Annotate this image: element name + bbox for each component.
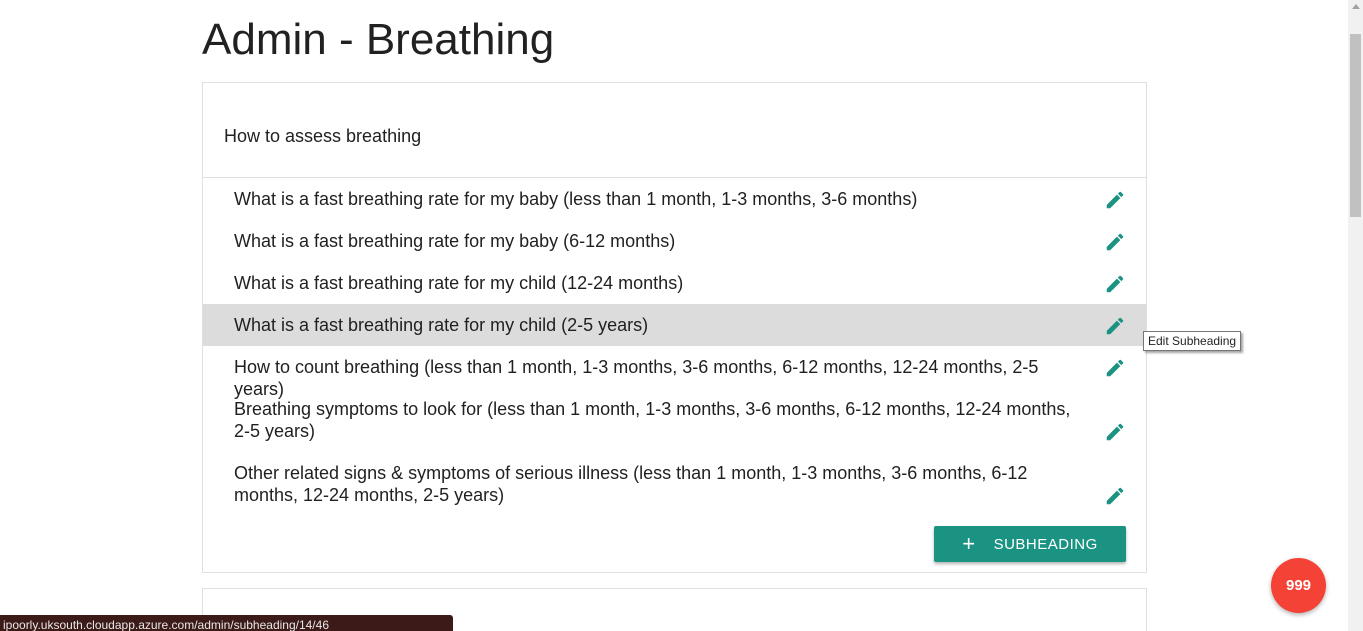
page-title: Admin - Breathing — [202, 15, 555, 64]
edit-pencil-icon[interactable] — [1104, 231, 1126, 253]
scrollbar-thumb[interactable] — [1350, 34, 1361, 217]
page: Admin - Breathing How to assess breathin… — [0, 0, 1363, 631]
subheading-row[interactable]: Breathing symptoms to look for (less tha… — [203, 388, 1146, 452]
subheading-row[interactable]: What is a fast breathing rate for my bab… — [203, 220, 1146, 262]
section-header: How to assess breathing — [203, 83, 1146, 178]
edit-pencil-icon[interactable] — [1104, 315, 1126, 337]
subheading-row[interactable]: What is a fast breathing rate for my chi… — [203, 262, 1146, 304]
subheading-row[interactable]: What is a fast breathing rate for my bab… — [203, 178, 1146, 220]
section-heading: How to assess breathing — [224, 126, 422, 146]
emergency-999-button[interactable]: 999 — [1271, 558, 1326, 613]
browser-status-url: ipoorly.uksouth.cloudapp.azure.com/admin… — [0, 615, 453, 631]
subheading-list: What is a fast breathing rate for my bab… — [203, 178, 1146, 516]
subheading-label: Other related signs & symptoms of seriou… — [234, 463, 1028, 505]
edit-pencil-icon[interactable] — [1104, 273, 1126, 295]
vertical-scrollbar[interactable] — [1348, 0, 1363, 631]
plus-icon: + — [962, 531, 976, 556]
section-card: How to assess breathing What is a fast b… — [202, 82, 1147, 573]
subheading-row-hovered[interactable]: What is a fast breathing rate for my chi… — [203, 304, 1146, 346]
edit-pencil-icon[interactable] — [1104, 421, 1126, 443]
scroll-up-arrow-icon[interactable] — [1352, 4, 1360, 9]
edit-pencil-icon[interactable] — [1104, 357, 1126, 379]
subheading-label: What is a fast breathing rate for my chi… — [234, 273, 684, 293]
subheading-row[interactable]: How to count breathing (less than 1 mont… — [203, 346, 1146, 399]
add-subheading-label: SUBHEADING — [993, 535, 1098, 553]
subheading-label: What is a fast breathing rate for my bab… — [234, 189, 918, 209]
edit-pencil-icon[interactable] — [1104, 189, 1126, 211]
subheading-label: What is a fast breathing rate for my bab… — [234, 231, 676, 251]
subheading-label: What is a fast breathing rate for my chi… — [234, 315, 649, 335]
subheading-label: Breathing symptoms to look for (less tha… — [234, 399, 1071, 441]
subheading-row[interactable]: Other related signs & symptoms of seriou… — [203, 452, 1146, 516]
edit-pencil-icon[interactable] — [1104, 485, 1126, 507]
edit-subheading-tooltip: Edit Subheading — [1143, 331, 1242, 351]
add-subheading-button[interactable]: + SUBHEADING — [934, 526, 1126, 562]
